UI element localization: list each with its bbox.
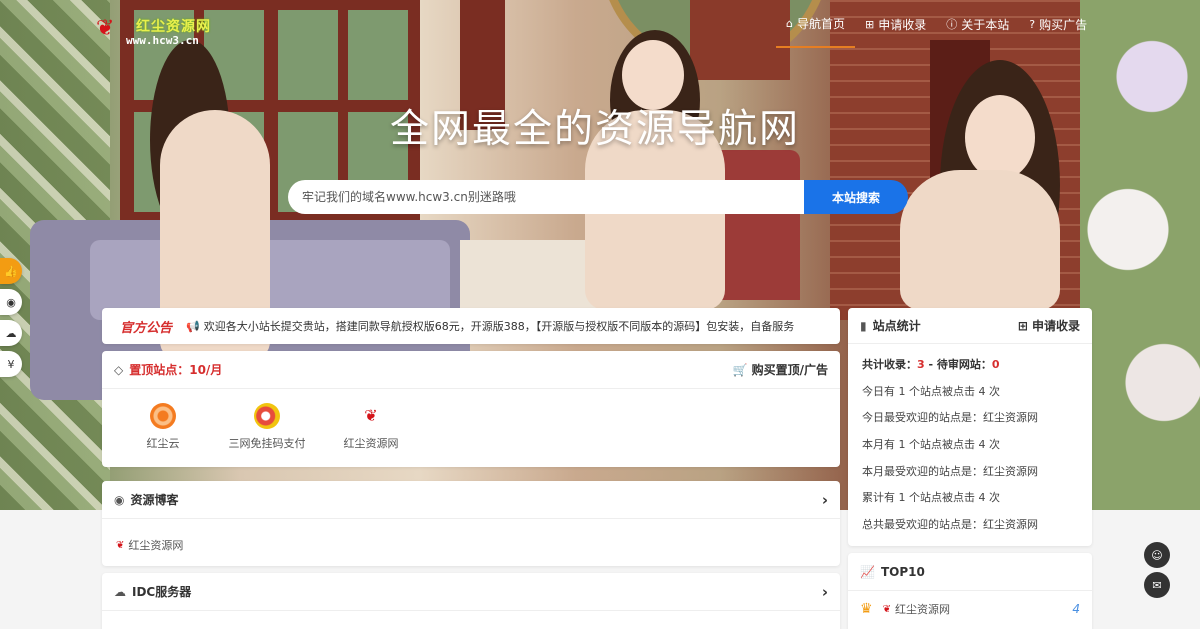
search-button[interactable]: 本站搜索 [804, 180, 908, 214]
announcement-title: 官方公告 [120, 320, 173, 336]
site-stats-card: ▮ 站点统计 ⊞ 申请收录 共计收录：3 - 待审网站：0 今日有 1 个站点被… [848, 308, 1092, 546]
total-value: 3 [917, 358, 925, 371]
nav-label: 申请收录 [878, 17, 927, 32]
info-icon: ⓘ [946, 18, 958, 31]
search-input[interactable] [288, 180, 804, 214]
wings-logo-icon: ❦ [96, 16, 115, 41]
top-sites-card: ◇ 置顶站点：10/月 🛒 购买置顶/广告 红尘云 三网免挂码支付 ❦ 红尘资源… [102, 351, 840, 467]
question-icon: ? [1029, 17, 1036, 31]
apply-label: 申请收录 [1031, 319, 1080, 333]
bookmark-icon: ▮ [860, 318, 867, 333]
stats-line: 总共最受欢迎的站点是：红尘资源网 [862, 518, 1038, 532]
chevron-right-icon[interactable]: › [822, 491, 828, 509]
cloud-icon[interactable]: ☁ [0, 320, 22, 346]
top10-header: 📈 TOP10 [848, 553, 1092, 591]
nav-label: 购买广告 [1039, 17, 1088, 32]
stats-line: 累计有 1 个站点被点击 4 次 [862, 491, 1000, 505]
top10-site-name: 红尘资源网 [894, 603, 950, 616]
dashboard-icon: ◉ [114, 492, 125, 507]
floating-right-toolbar: ☺ ✉ [1144, 542, 1170, 602]
top-sites-title: 置顶站点：10/月 [129, 363, 223, 377]
site-favicon-icon [254, 403, 280, 429]
list-item[interactable]: ❦ 红尘资源网 [102, 519, 840, 571]
top-site-name: 三网免挂码支付 [228, 437, 306, 450]
separator: - [924, 358, 937, 371]
mail-icon[interactable]: ✉ [1144, 572, 1170, 598]
dashboard-icon[interactable]: ◉ [0, 289, 22, 315]
plus-square-icon: ⊞ [1017, 318, 1028, 333]
top-site-item[interactable]: 红尘云 [116, 403, 210, 451]
idc-category-card: ☁ IDC服务器 › [102, 573, 840, 629]
pending-label: 待审网站： [936, 358, 992, 371]
top-site-name: 红尘云 [146, 437, 180, 450]
buy-ad-label: 购买置顶/广告 [751, 363, 828, 377]
idc-header[interactable]: ☁ IDC服务器 › [102, 573, 840, 611]
chevron-right-icon[interactable]: › [822, 583, 828, 601]
logo-brand-text: 红尘资源网 [136, 19, 211, 35]
nav-label: 关于本站 [961, 17, 1010, 32]
nav-label: 导航首页 [796, 16, 845, 31]
idc-title: IDC服务器 [132, 585, 192, 599]
announcement-bar: 官方公告 📢 欢迎各大小站长提交贵站，搭建同款导航授权版68元，开源版388，【… [102, 308, 840, 344]
site-favicon-icon: ❦ [882, 603, 891, 615]
blog-category-card: ◉ 资源博客 › ❦ 红尘资源网 [102, 481, 840, 566]
top-site-item[interactable]: ❦ 红尘资源网 [324, 403, 418, 451]
nav-item-home[interactable]: ⌂ 导航首页 [776, 0, 855, 48]
nav-item-ads[interactable]: ? 购买广告 [1019, 0, 1097, 48]
announcement-text: 欢迎各大小站长提交贵站，搭建同款导航授权版68元，开源版388，【开源版与授权版… [203, 320, 795, 333]
site-logo[interactable]: ❦ 红尘资源网 www.hcw3.cn [96, 14, 236, 48]
blog-header[interactable]: ◉ 资源博客 › [102, 481, 840, 519]
megaphone-icon: 📢 [186, 319, 200, 333]
pending-value: 0 [991, 358, 1000, 371]
site-favicon-icon [150, 403, 176, 429]
top10-title: TOP10 [880, 564, 925, 579]
top10-card: 📈 TOP10 ♛ ❦ 红尘资源网 4 [848, 553, 1092, 629]
top-sites-header: ◇ 置顶站点：10/月 🛒 购买置顶/广告 [102, 351, 840, 389]
stats-line: 今日最受欢迎的站点是：红尘资源网 [862, 411, 1038, 425]
stats-line: 今日有 1 个站点被点击 4 次 [862, 384, 1000, 398]
qq-icon[interactable]: ☺ [1144, 542, 1170, 568]
site-favicon-icon: ❦ [116, 539, 125, 551]
click-count: 4 [1072, 602, 1080, 616]
cart-icon: 🛒 [732, 362, 748, 377]
total-label: 共计收录： [862, 358, 917, 371]
top-site-name: 红尘资源网 [343, 437, 399, 450]
cloud-icon: ☁ [114, 584, 126, 599]
apply-link[interactable]: ⊞ 申请收录 [1018, 317, 1080, 334]
search-bar: 本站搜索 [288, 180, 908, 214]
logo-domain-text: www.hcw3.cn [126, 34, 199, 47]
site-favicon-icon: ❦ [364, 406, 378, 425]
nav-item-apply[interactable]: ⊞ 申请收录 [855, 0, 936, 48]
yen-icon[interactable]: ¥ [0, 351, 22, 377]
nav-item-about[interactable]: ⓘ 关于本站 [936, 0, 1019, 48]
list-item[interactable]: ♛ ❦ 红尘资源网 4 [848, 591, 1092, 627]
stats-header: ▮ 站点统计 ⊞ 申请收录 [848, 308, 1092, 344]
stats-title: 站点统计 [872, 319, 921, 333]
home-icon: ⌂ [786, 16, 793, 30]
blog-title: 资源博客 [130, 493, 179, 507]
hero-title: 全网最全的资源导航网 [389, 107, 800, 152]
top-nav: ⌂ 导航首页 ⊞ 申请收录 ⓘ 关于本站 ? 购买广告 [776, 0, 1097, 50]
floating-left-toolbar: 👍 ◉ ☁ ¥ [0, 258, 22, 382]
stats-line: 本月最受欢迎的站点是：红尘资源网 [862, 464, 1038, 478]
top-site-item[interactable]: 三网免挂码支付 [220, 403, 314, 451]
plus-square-icon: ⊞ [865, 17, 875, 31]
crown-icon: ♛ [860, 601, 873, 617]
list-item-name: 红尘资源网 [128, 539, 184, 552]
line-chart-icon: 📈 [860, 564, 875, 579]
diamond-icon: ◇ [114, 362, 124, 377]
stats-summary: 共计收录：3 - 待审网站：0 [862, 352, 1078, 379]
buy-ad-link[interactable]: 🛒 购买置顶/广告 [733, 361, 828, 378]
stats-line: 本月有 1 个站点被点击 4 次 [862, 438, 1000, 452]
thumbs-up-icon[interactable]: 👍 [0, 258, 22, 284]
